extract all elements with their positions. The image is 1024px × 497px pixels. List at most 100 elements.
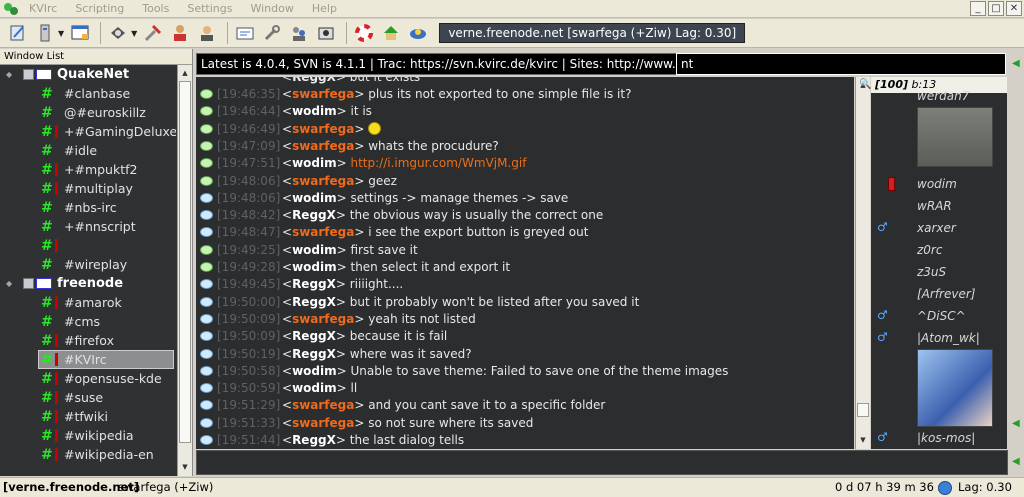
message-nick[interactable]: wodim xyxy=(292,364,337,378)
connect-icon[interactable] xyxy=(6,21,30,45)
menu-tools[interactable]: Tools xyxy=(133,0,178,18)
channel-item[interactable]: # #cms xyxy=(0,312,176,331)
message-nick[interactable]: swarfega xyxy=(292,87,354,101)
minimize-button[interactable]: _ xyxy=(970,1,986,16)
menu-help[interactable]: Help xyxy=(303,0,346,18)
message-text: Unable to save theme: Failed to save one… xyxy=(346,363,729,378)
user-entry[interactable]: z3uS xyxy=(917,263,946,281)
message-nick[interactable]: ReggX xyxy=(292,277,336,291)
message-nick[interactable]: ReggX xyxy=(292,347,336,361)
help-lifebuoy-icon[interactable] xyxy=(352,21,376,45)
message-nick[interactable]: ReggX xyxy=(292,295,336,309)
user-list[interactable]: [100] b:13 werdan7 wodim wRAR xarxer ♂ z0rc z3… xyxy=(871,77,1007,449)
user-entry[interactable]: ^DiSC^ xyxy=(917,307,966,325)
user-entry[interactable]: |kos-mos| xyxy=(917,429,975,447)
message-nick[interactable]: swarfega xyxy=(292,416,354,430)
message-nick[interactable]: swarfega xyxy=(292,174,354,188)
identity-icon[interactable] xyxy=(195,21,219,45)
channel-item[interactable]: # #wikipedia xyxy=(0,426,176,445)
message-nick[interactable]: wodim xyxy=(292,260,337,274)
channel-item[interactable]: # #tfwiki xyxy=(0,407,176,426)
arrow-left-icon[interactable]: ◀ xyxy=(1012,418,1020,429)
message-nick[interactable]: ReggX xyxy=(292,77,336,84)
window-icon[interactable] xyxy=(68,21,92,45)
channel-item[interactable]: # #clanbase xyxy=(0,84,176,103)
message-nick[interactable]: swarfega xyxy=(292,312,354,326)
message-nick[interactable]: wodim xyxy=(292,243,337,257)
channel-item[interactable]: # #opensuse-kde xyxy=(0,369,176,388)
chat-view[interactable]: <ReggX> but it exists [19:46:35] <swarfega… xyxy=(196,77,854,449)
message-nick[interactable]: wodim xyxy=(292,381,337,395)
channel-item[interactable]: # #KVIrc xyxy=(0,350,176,369)
chevron-down-icon[interactable]: ▼ xyxy=(58,29,64,38)
channel-item[interactable]: # #amarok xyxy=(0,293,176,312)
channel-item[interactable]: # @#euroskillz xyxy=(0,103,176,122)
message-nick[interactable]: swarfega xyxy=(292,225,354,239)
menu-kvirc[interactable]: KVIrc xyxy=(20,0,66,18)
scrollbar-thumb[interactable] xyxy=(179,81,191,443)
kvirc-logo-icon[interactable] xyxy=(2,1,20,17)
wrench-icon[interactable] xyxy=(260,21,284,45)
channel-item[interactable]: # #nbs-irc xyxy=(0,198,176,217)
menu-scripting[interactable]: Scripting xyxy=(66,0,133,18)
message-nick[interactable]: ReggX xyxy=(292,433,336,447)
message-nick[interactable]: wodim xyxy=(292,191,337,205)
channel-item[interactable]: # #wikipedia-en xyxy=(0,445,176,464)
scrollbar-thumb[interactable] xyxy=(857,403,869,417)
menu-window[interactable]: Window xyxy=(241,0,302,18)
channel-item[interactable]: # #multiplay xyxy=(0,179,176,198)
settings-icon[interactable] xyxy=(106,21,130,45)
collapse-icon[interactable]: ◆ xyxy=(6,65,14,84)
scroll-down-icon[interactable]: ▼ xyxy=(857,433,869,447)
collapse-icon[interactable]: ◆ xyxy=(6,274,14,293)
network-users-icon[interactable] xyxy=(287,21,311,45)
user-entry[interactable]: wRAR xyxy=(917,197,952,215)
user-entry[interactable]: xarxer xyxy=(917,219,956,237)
user-entry[interactable]: |Atom_wk| xyxy=(917,329,980,347)
globe-icon[interactable] xyxy=(406,21,430,45)
message-nick[interactable]: swarfega xyxy=(292,398,354,412)
menu-settings[interactable]: Settings xyxy=(178,0,241,18)
message-nick[interactable]: wodim xyxy=(292,156,337,170)
server-node-freenode[interactable]: ◆ freenode xyxy=(0,274,176,293)
channel-item[interactable]: # #firefox xyxy=(0,331,176,350)
message-nick[interactable]: ReggX xyxy=(292,329,336,343)
message-nick[interactable]: swarfega xyxy=(292,139,354,153)
server-icon[interactable] xyxy=(33,21,57,45)
close-button[interactable]: ✕ xyxy=(1006,1,1022,16)
message-input[interactable] xyxy=(196,450,1008,475)
channel-icon: # xyxy=(41,409,53,425)
topic-bar-right[interactable]: nt xyxy=(676,53,1006,75)
channel-item[interactable]: # +#nnscript xyxy=(0,217,176,236)
chevron-down-icon[interactable]: ▼ xyxy=(131,29,137,38)
message-link[interactable]: http://i.imgur.com/WmVjM.gif xyxy=(351,156,527,170)
user-entry[interactable]: [Arfrever] xyxy=(917,285,975,303)
arrow-left-icon[interactable]: ◀ xyxy=(1012,456,1020,467)
user-entry[interactable]: z0rc xyxy=(917,241,942,259)
channel-item[interactable]: # #wireplay xyxy=(0,255,176,274)
user-entry[interactable]: werdan7 xyxy=(917,87,969,105)
user-entry[interactable]: wodim xyxy=(917,175,957,193)
scroll-down-icon[interactable]: ▼ xyxy=(179,460,191,474)
scroll-up-icon[interactable]: ▲ xyxy=(179,66,191,80)
card-icon[interactable] xyxy=(233,21,257,45)
message-nick[interactable]: ReggX xyxy=(292,208,336,222)
channel-item[interactable]: # #idle xyxy=(0,141,176,160)
chat-scrollbar[interactable]: ▲ ▼ xyxy=(855,77,870,449)
message-nick[interactable]: wodim xyxy=(292,104,337,118)
channel-item[interactable]: # xyxy=(0,236,176,255)
window-list-scrollbar[interactable]: ▲ ▼ xyxy=(177,65,192,476)
channel-item[interactable]: # +#GamingDeluxe xyxy=(0,122,176,141)
channel-item[interactable]: # +#mpuktf2 xyxy=(0,160,176,179)
channel-item[interactable]: # #suse xyxy=(0,388,176,407)
camera-icon[interactable] xyxy=(314,21,338,45)
arrow-left-icon[interactable]: ◀ xyxy=(1012,58,1020,69)
search-icon[interactable]: 🔍 xyxy=(859,79,871,90)
message-bubble-icon xyxy=(200,192,213,203)
server-node-quakenet[interactable]: ◆ QuakeNet xyxy=(0,65,176,84)
tools-icon[interactable] xyxy=(141,21,165,45)
restore-button[interactable]: □ xyxy=(988,1,1004,16)
home-icon[interactable] xyxy=(379,21,403,45)
message-nick[interactable]: swarfega xyxy=(292,122,354,136)
user-icon[interactable] xyxy=(168,21,192,45)
